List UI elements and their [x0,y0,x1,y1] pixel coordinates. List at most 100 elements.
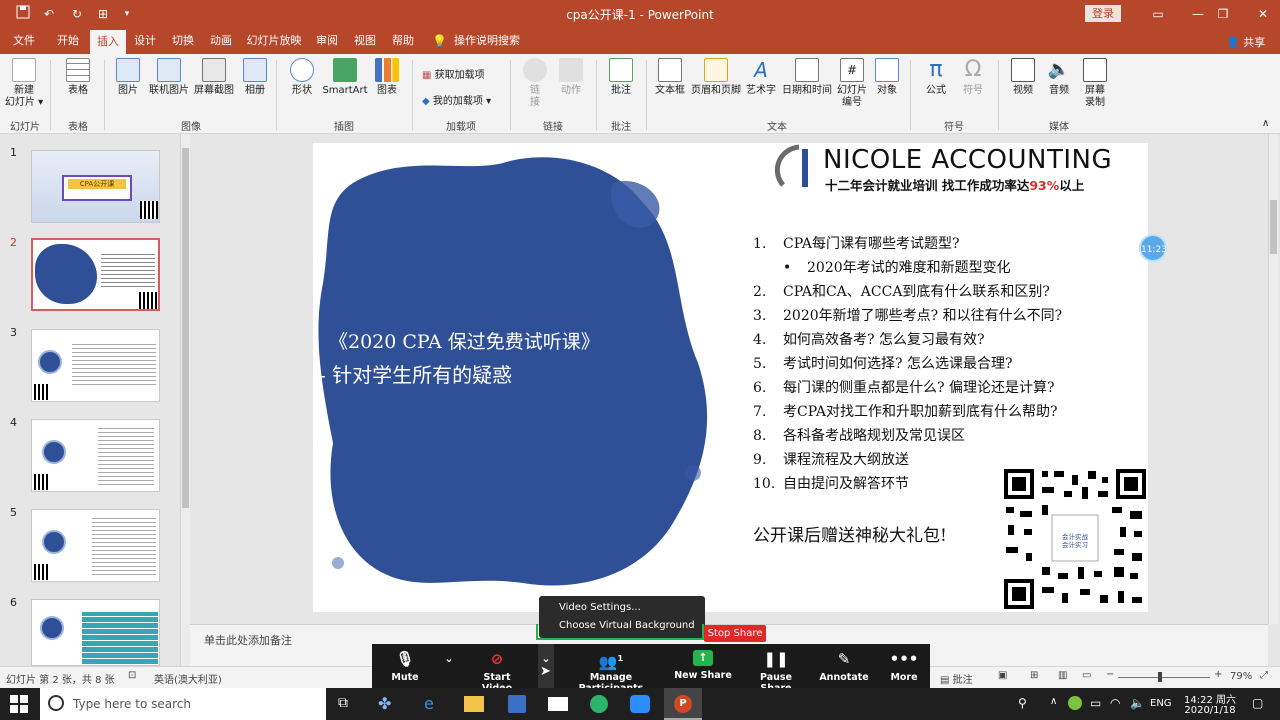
tab-home[interactable]: 开始 [52,28,84,54]
spellcheck-icon[interactable]: ⊡ [128,670,136,681]
start-video-button[interactable]: ⊘Start Video [468,644,526,694]
picture-button[interactable]: 图片 [110,58,146,97]
zoom-slider[interactable] [1118,677,1210,678]
chart-button[interactable]: 图表 [370,58,404,97]
my-addins-button[interactable]: ◆ 我的加载项 ▾ [422,92,491,107]
slideshow-view-icon[interactable]: ▭ [1082,670,1091,681]
language-indicator[interactable]: 英语(澳大利亚) [154,671,222,686]
equation-button[interactable]: π 公式 [918,58,954,97]
slide-title-line-1: 《2020 CPA 保过免费试听课》 [329,331,600,353]
zoom-level[interactable]: 79% [1230,671,1252,682]
input-language[interactable]: ENG [1150,698,1172,709]
zoom-in-button[interactable]: + [1214,669,1222,680]
zoom-out-button[interactable]: − [1106,669,1114,680]
volume-icon[interactable]: 🔈 [1130,696,1145,710]
slide-sorter-icon[interactable]: ⊞ [1030,670,1038,681]
slide-thumbnail-4[interactable] [31,419,160,492]
question-number: 2. [753,284,767,300]
collapse-ribbon-icon[interactable]: ∧ [1262,118,1269,129]
wifi-icon[interactable]: ◠ [1110,696,1120,710]
zoom-slider-thumb[interactable] [1158,672,1162,682]
slide-position: 幻灯片 第 2 张，共 8 张 [6,675,115,686]
action-button[interactable]: 动作 [554,58,588,97]
fit-slide-icon[interactable]: ⤢ [1260,670,1268,681]
slide-number-button[interactable]: # 幻灯片 编号 [834,58,870,109]
slide-thumbnail-5[interactable] [31,509,160,582]
windows-start-icon[interactable] [10,695,28,713]
mail-icon[interactable] [548,697,568,711]
file-explorer-icon[interactable] [464,696,484,712]
thumbnail-scrollbar[interactable] [180,134,190,666]
video-button[interactable]: 视频 [1006,58,1040,97]
notifications-icon[interactable]: ▢ [1252,696,1263,710]
symbol-button[interactable]: Ω 符号 [956,58,990,97]
audio-label: 音频 [1049,85,1069,96]
shapes-button[interactable]: 形状 [282,58,322,97]
tab-view[interactable]: 视图 [350,28,380,54]
header-footer-button[interactable]: 页眉和页脚 [690,58,742,97]
pause-share-button[interactable]: ❚❚Pause Share [744,644,808,694]
album-button[interactable]: 相册 [238,58,272,97]
zoom-app-icon[interactable] [630,695,650,713]
login-button[interactable]: 登录 [1085,5,1121,22]
slide-thumbnail-6[interactable] [31,599,160,666]
link-button[interactable]: 链 接 [518,58,552,109]
tab-review[interactable]: 审阅 [312,28,342,54]
tray-app-icon[interactable] [1068,696,1082,710]
tab-animations[interactable]: 动画 [206,28,236,54]
slide-canvas[interactable]: 《2020 CPA 保过免费试听课》 - 针对学生所有的疑惑 NICOLE AC… [313,143,1148,612]
tab-file[interactable]: 文件 [8,28,40,54]
screenshot-button[interactable]: 屏幕截图 [192,58,236,97]
annotate-button[interactable]: ✎ Annotate [818,644,870,688]
slide-thumbnail-3[interactable] [31,329,160,402]
normal-view-icon[interactable]: ▣ [998,670,1007,681]
comment-button[interactable]: 批注 [604,58,638,97]
clock-date[interactable]: 2020/1/18 [1180,705,1240,716]
new-slide-button[interactable]: 新建 幻灯片 ▾ [4,58,44,109]
slide-thumbnail-2[interactable] [31,238,160,311]
audio-options-chevron[interactable]: ⌄ [440,644,458,688]
store-icon[interactable] [508,695,526,713]
mute-button[interactable]: 🎙 Mute [384,644,426,688]
clock-time[interactable]: 14:22 周六 [1180,691,1240,706]
tab-transitions[interactable]: 切换 [168,28,198,54]
comments-toggle[interactable]: ▤ 批注 [940,671,973,686]
new-share-button[interactable]: ↑ New Share [674,644,732,688]
powerpoint-taskbar-button[interactable]: P [664,688,702,720]
get-addins-button[interactable]: ▦ 获取加载项 [422,66,485,81]
battery-icon[interactable]: ▭ [1090,696,1101,710]
datetime-button[interactable]: 日期和时间 [780,58,834,97]
thumbnail-scroll-thumb[interactable] [182,148,189,508]
edit-scroll-thumb[interactable] [1270,200,1277,254]
wordart-button[interactable]: A 艺术字 [744,58,778,97]
online-picture-button[interactable]: 联机图片 [146,58,192,97]
tray-expand-icon[interactable]: ∧ [1050,696,1057,707]
edit-scrollbar[interactable] [1268,134,1278,624]
object-button[interactable]: 对象 [872,58,902,97]
textbox-button[interactable]: 文本框 [652,58,688,97]
edge-icon[interactable]: e [424,694,434,713]
video-settings-menu-item[interactable]: Video Settings... [559,602,641,613]
slide-thumbnail-1[interactable]: CPA公开课 [31,150,160,223]
tab-insert[interactable]: 插入 [90,30,126,54]
taskbar-search-box[interactable]: Type here to search [40,688,326,720]
tab-help[interactable]: 帮助 [388,28,418,54]
tell-me-search[interactable]: 操作说明搜索 [452,28,522,54]
stop-share-button[interactable]: Stop Share [704,625,766,642]
manage-participants-button[interactable]: 👥1Manage Participants [562,644,660,694]
app-icon-generic[interactable]: ✤ [378,694,391,713]
audio-button[interactable]: 🔈 音频 [1042,58,1076,97]
more-button[interactable]: ••• More [884,644,924,688]
table-button[interactable]: 表格 [56,58,100,97]
share-button[interactable]: 👤 共享 [1226,34,1265,50]
timer-badge[interactable]: 11:23 [1139,234,1167,262]
screen-recording-button[interactable]: 屏幕 录制 [1078,58,1112,109]
task-view-icon[interactable]: ⧉ [338,695,348,711]
reading-view-icon[interactable]: ▥ [1058,670,1067,681]
smartart-button[interactable]: SmartArt [322,58,368,97]
tab-design[interactable]: 设计 [130,28,160,54]
app-icon-green[interactable] [590,695,608,713]
people-icon[interactable]: ⚲ [1018,696,1027,710]
tab-slideshow[interactable]: 幻灯片放映 [244,28,304,54]
close-button[interactable]: ✕ [1240,0,1280,28]
